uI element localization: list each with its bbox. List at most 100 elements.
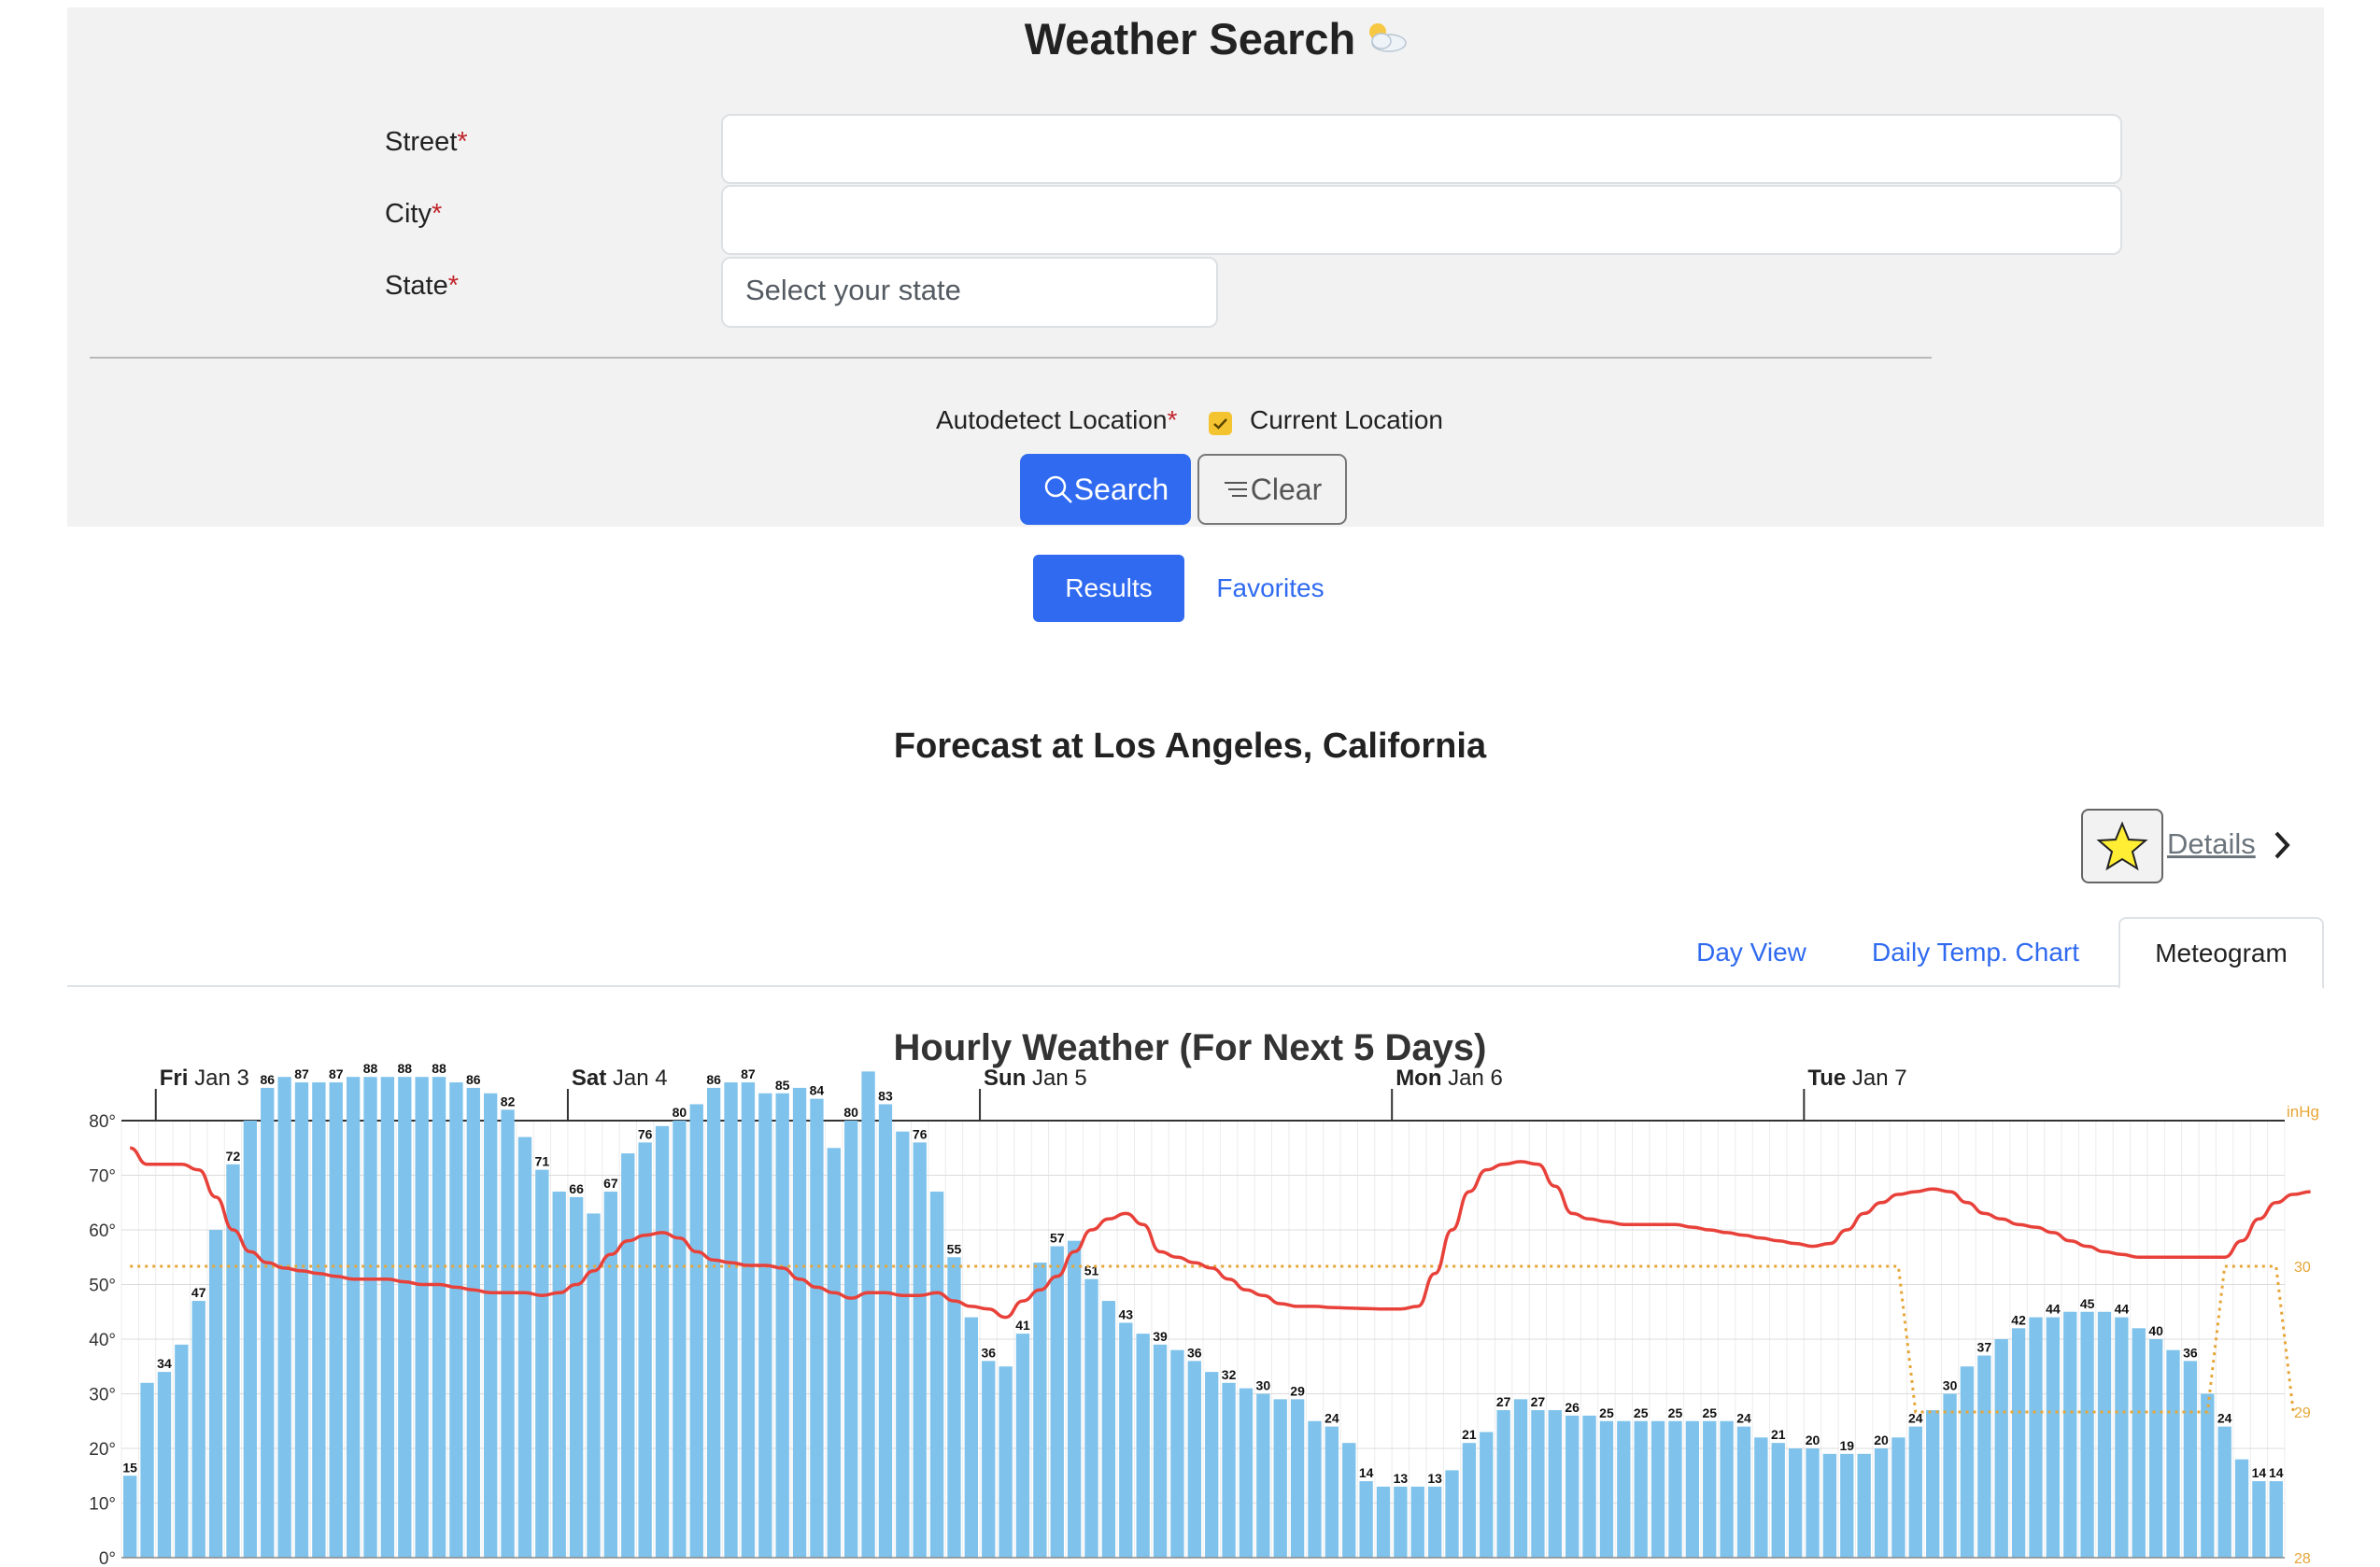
day-label: Sat Jan 4 bbox=[572, 1066, 668, 1091]
results-tab[interactable]: Results bbox=[1033, 555, 1184, 622]
humidity-bar-label: 67 bbox=[603, 1176, 618, 1191]
humidity-bar bbox=[1170, 1349, 1184, 1558]
humidity-bar-label: 85 bbox=[775, 1078, 790, 1093]
filter-lines-icon bbox=[1224, 482, 1247, 497]
humidity-bar-label: 76 bbox=[638, 1126, 653, 1141]
forecast-heading: Forecast at Los Angeles, California bbox=[893, 727, 1487, 766]
favorite-button[interactable] bbox=[2081, 809, 2163, 883]
check-icon bbox=[1213, 418, 1227, 430]
humidity-bar bbox=[792, 1087, 807, 1558]
humidity-bar-label: 66 bbox=[569, 1181, 584, 1196]
humidity-bar bbox=[1840, 1453, 1854, 1558]
humidity-bar-label: 44 bbox=[2046, 1302, 2061, 1317]
humidity-bar bbox=[123, 1475, 137, 1558]
humidity-bar bbox=[1857, 1453, 1871, 1558]
humidity-bar-label: 36 bbox=[2183, 1345, 2198, 1360]
humidity-bar bbox=[2252, 1481, 2266, 1558]
humidity-bar-label: 88 bbox=[432, 1061, 446, 1076]
humidity-bar bbox=[2166, 1349, 2180, 1558]
favorites-tab[interactable]: Favorites bbox=[1205, 555, 1336, 622]
humidity-bar-label: 87 bbox=[294, 1066, 309, 1081]
humidity-bar-label: 14 bbox=[1359, 1465, 1374, 1480]
current-location-label: Current Location bbox=[1250, 405, 1444, 434]
tab-daily-temp-chart[interactable]: Daily Temp. Chart bbox=[1854, 917, 2097, 987]
humidity-bar-label: 14 bbox=[2252, 1465, 2267, 1480]
humidity-bar bbox=[689, 1104, 703, 1558]
city-input[interactable] bbox=[721, 185, 2122, 255]
humidity-bar bbox=[1960, 1366, 1975, 1558]
humidity-bar bbox=[1806, 1448, 1820, 1558]
humidity-bar bbox=[261, 1087, 275, 1558]
chevron-right-icon[interactable] bbox=[2272, 829, 2294, 861]
humidity-bar-label: 19 bbox=[1839, 1438, 1854, 1453]
right-axis-unit: inHg bbox=[2287, 1103, 2319, 1121]
street-input[interactable] bbox=[721, 114, 2122, 184]
humidity-bar bbox=[2201, 1393, 2215, 1558]
humidity-bar-label: 86 bbox=[466, 1072, 481, 1087]
humidity-bar bbox=[157, 1372, 172, 1558]
chart-title: Hourly Weather (For Next 5 Days) bbox=[894, 1027, 1487, 1068]
humidity-bar-label: 55 bbox=[947, 1241, 962, 1256]
humidity-bar bbox=[1308, 1420, 1322, 1558]
page-title: Weather Search bbox=[0, 13, 2380, 64]
humidity-bar bbox=[1256, 1393, 1270, 1558]
humidity-bar bbox=[1359, 1481, 1373, 1558]
humidity-bar bbox=[1822, 1453, 1837, 1558]
current-location-checkbox[interactable] bbox=[1209, 412, 1232, 435]
state-select[interactable]: Select your state bbox=[721, 257, 1218, 328]
humidity-bar bbox=[2183, 1361, 2198, 1558]
humidity-bar bbox=[2217, 1426, 2231, 1558]
humidity-bar bbox=[415, 1077, 429, 1558]
humidity-bar bbox=[1153, 1344, 1168, 1558]
street-label: Street* bbox=[385, 127, 468, 157]
humidity-bar bbox=[1376, 1486, 1391, 1558]
humidity-bar bbox=[861, 1071, 875, 1558]
humidity-bar bbox=[1427, 1486, 1442, 1558]
humidity-bar bbox=[1394, 1486, 1408, 1558]
y-axis-tick-label: 10° bbox=[89, 1495, 116, 1515]
humidity-bar bbox=[398, 1077, 412, 1558]
humidity-bar bbox=[2132, 1328, 2146, 1558]
humidity-bar bbox=[243, 1121, 258, 1558]
humidity-bar bbox=[1599, 1420, 1614, 1558]
details-link[interactable]: Details bbox=[2167, 827, 2256, 861]
humidity-bar-label: 20 bbox=[1806, 1433, 1820, 1447]
humidity-bar-label: 24 bbox=[2217, 1411, 2232, 1426]
humidity-bar bbox=[552, 1192, 566, 1558]
humidity-bar bbox=[535, 1169, 549, 1558]
humidity-bar bbox=[432, 1077, 446, 1558]
y-axis-tick-label: 0° bbox=[99, 1549, 116, 1567]
humidity-bar bbox=[140, 1382, 154, 1558]
humidity-bar bbox=[1273, 1399, 1287, 1558]
humidity-bar bbox=[1736, 1426, 1751, 1558]
clear-button[interactable]: Clear bbox=[1197, 454, 1347, 525]
search-button[interactable]: Search bbox=[1020, 454, 1191, 525]
humidity-bar bbox=[312, 1082, 326, 1558]
humidity-bar bbox=[1634, 1420, 1648, 1558]
humidity-bar bbox=[484, 1093, 498, 1558]
humidity-bar bbox=[1891, 1437, 1905, 1558]
humidity-bar bbox=[380, 1077, 395, 1558]
search-icon bbox=[1044, 475, 1072, 503]
humidity-bar-label: 86 bbox=[706, 1072, 721, 1087]
humidity-bar bbox=[1994, 1339, 2008, 1558]
search-form-panel: Weather Search Street* City* State* Sele… bbox=[67, 7, 2324, 527]
humidity-bar bbox=[569, 1196, 584, 1558]
humidity-bar bbox=[1033, 1263, 1047, 1558]
humidity-bar-label: 30 bbox=[1943, 1378, 1958, 1393]
humidity-bar bbox=[1977, 1355, 1991, 1558]
humidity-bar-label: 20 bbox=[1874, 1433, 1889, 1447]
humidity-bar-label: 26 bbox=[1565, 1400, 1580, 1415]
humidity-bar bbox=[191, 1301, 205, 1558]
humidity-bar bbox=[1668, 1420, 1682, 1558]
humidity-bar-label: 76 bbox=[913, 1126, 928, 1141]
tab-meteogram[interactable]: Meteogram bbox=[2118, 917, 2324, 989]
y-axis-tick-label: 80° bbox=[89, 1112, 116, 1132]
humidity-bar-label: 24 bbox=[1325, 1411, 1339, 1426]
humidity-bar bbox=[603, 1192, 618, 1558]
humidity-bar-label: 57 bbox=[1050, 1231, 1065, 1246]
humidity-bar bbox=[1462, 1443, 1477, 1558]
tab-day-view[interactable]: Day View bbox=[1672, 917, 1831, 987]
humidity-bar bbox=[673, 1121, 687, 1558]
humidity-bar bbox=[208, 1230, 223, 1558]
